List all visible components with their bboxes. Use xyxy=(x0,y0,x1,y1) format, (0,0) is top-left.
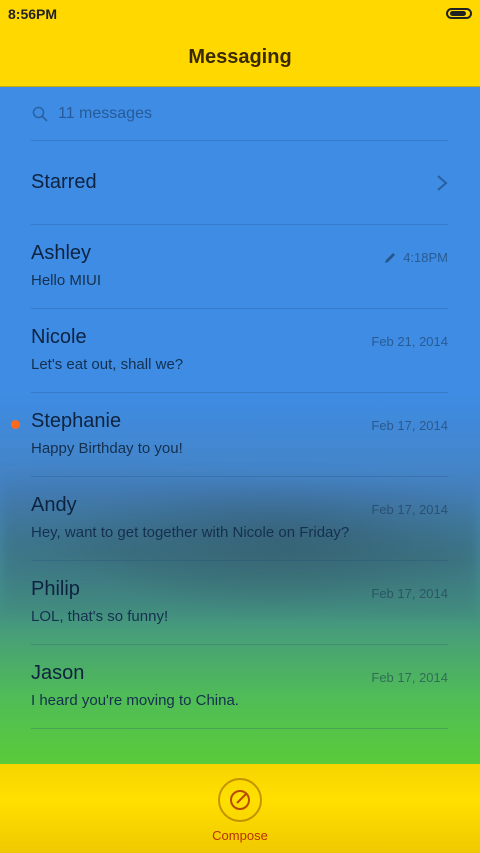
contact-name: Philip xyxy=(31,578,80,600)
conversation-list[interactable]: 11 messages Starred Ashley Hello MIUI 4:18… xyxy=(0,87,480,764)
message-preview: LOL, that's so funny! xyxy=(31,608,169,625)
app-bar: Messaging xyxy=(0,28,480,87)
conversation-row[interactable]: Philip LOL, that's so funny! Feb 17, 2014 xyxy=(0,561,480,645)
message-preview: Happy Birthday to you! xyxy=(31,440,183,457)
draft-pencil-icon xyxy=(385,253,395,263)
message-date: Feb 17, 2014 xyxy=(371,418,448,433)
message-date: Feb 17, 2014 xyxy=(371,586,448,601)
message-date: Feb 17, 2014 xyxy=(371,670,448,685)
bottom-bar: Compose xyxy=(0,764,480,853)
message-date: Feb 21, 2014 xyxy=(371,334,448,349)
conversation-row[interactable]: Andy Hey, want to get together with Nicol… xyxy=(0,477,480,561)
contact-name: Stephanie xyxy=(31,410,122,432)
divider xyxy=(31,728,448,729)
message-date: 4:18PM xyxy=(403,250,448,265)
starred-label: Starred xyxy=(31,171,97,193)
conversation-row[interactable]: Jason I heard you're moving to China. Feb … xyxy=(0,645,480,729)
message-preview: Let's eat out, shall we? xyxy=(31,356,184,373)
battery-icon xyxy=(446,8,472,19)
message-date: Feb 17, 2014 xyxy=(371,502,448,517)
compose-button[interactable] xyxy=(218,778,262,822)
status-time: 8:56PM xyxy=(8,6,58,22)
unread-dot xyxy=(11,420,20,429)
message-preview: Hello MIUI xyxy=(31,272,102,289)
conversation-row[interactable]: Ashley Hello MIUI 4:18PM xyxy=(0,225,480,309)
contact-name: Jason xyxy=(31,662,85,684)
compose-label: Compose xyxy=(212,828,268,843)
contact-name: Ashley xyxy=(31,242,92,264)
page-title: Messaging xyxy=(188,45,292,68)
status-bar: 8:56PM xyxy=(0,0,480,28)
conversation-row[interactable]: Nicole Let's eat out, shall we? Feb 21, 20… xyxy=(0,309,480,393)
message-preview: Hey, want to get together with Nicole on… xyxy=(31,524,350,541)
contact-name: Andy xyxy=(31,494,77,516)
contact-name: Nicole xyxy=(31,326,87,348)
conversation-row[interactable]: Stephanie Happy Birthday to you! Feb 17, 2… xyxy=(0,393,480,477)
compose-icon xyxy=(230,790,250,810)
message-preview: I heard you're moving to China. xyxy=(31,692,239,709)
search-input[interactable]: 11 messages xyxy=(58,105,152,123)
search-bar[interactable]: 11 messages xyxy=(0,87,480,140)
chevron-right-icon xyxy=(437,175,448,191)
search-icon xyxy=(32,106,48,122)
